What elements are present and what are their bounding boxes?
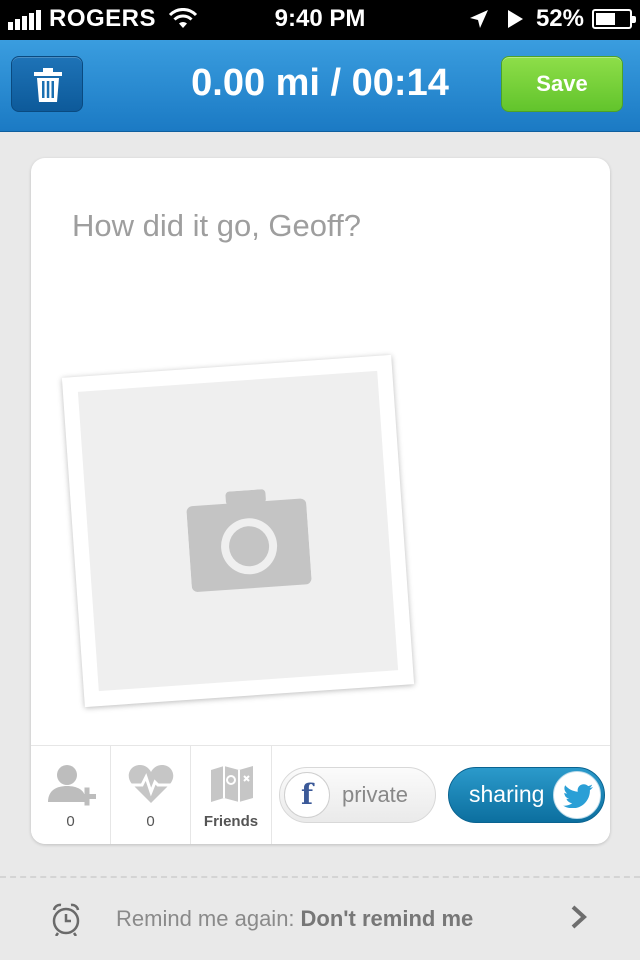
comment-input[interactable]: How did it go, Geoff?: [72, 208, 361, 244]
twitter-share-toggle[interactable]: sharing: [448, 767, 605, 823]
add-photo-button[interactable]: [61, 354, 415, 708]
status-right: 52%: [468, 5, 636, 33]
facebook-share-toggle[interactable]: f private: [279, 767, 436, 823]
heart-rate-button[interactable]: 0: [111, 746, 191, 844]
run-card: How did it go, Geoff? 0 0 Friends f priv…: [31, 158, 610, 844]
twitter-knob: [553, 771, 601, 819]
reminder-row[interactable]: Remind me again: Don't remind me: [0, 880, 640, 960]
reminder-label: Remind me again:: [116, 906, 295, 931]
chevron-right-icon: [571, 905, 587, 929]
add-friend-count: 0: [66, 813, 75, 830]
divider: [0, 876, 640, 878]
friends-map-button[interactable]: Friends: [191, 746, 272, 844]
battery-icon: [592, 9, 636, 29]
reminder-value: Don't remind me: [300, 906, 474, 931]
alarm-clock-icon: [52, 903, 80, 936]
play-icon: [507, 10, 523, 28]
header-bar: 0.00 mi / 00:14 Save: [0, 40, 640, 132]
add-friend-button[interactable]: 0: [31, 746, 111, 844]
facebook-toggle-label: private: [342, 782, 409, 807]
save-button[interactable]: Save: [501, 56, 623, 112]
battery-percent: 52%: [535, 5, 584, 32]
heart-count: 0: [146, 813, 155, 830]
facebook-icon: f: [284, 772, 330, 818]
location-icon: [469, 10, 488, 28]
twitter-toggle-label: sharing: [469, 781, 545, 807]
card-actions-bar: 0 0 Friends f private sharing: [31, 745, 610, 844]
status-bar: ROGERS 9:40 PM 52%: [0, 0, 640, 40]
heart-rate-icon: [128, 765, 174, 803]
camera-icon: [186, 489, 312, 592]
friends-label: Friends: [203, 813, 259, 830]
twitter-bird-icon: [563, 784, 593, 808]
photo-placeholder: [77, 370, 399, 692]
reminder-text: Remind me again: Don't remind me: [116, 906, 473, 932]
add-friend-icon: [48, 765, 96, 806]
map-icon: [211, 766, 253, 802]
